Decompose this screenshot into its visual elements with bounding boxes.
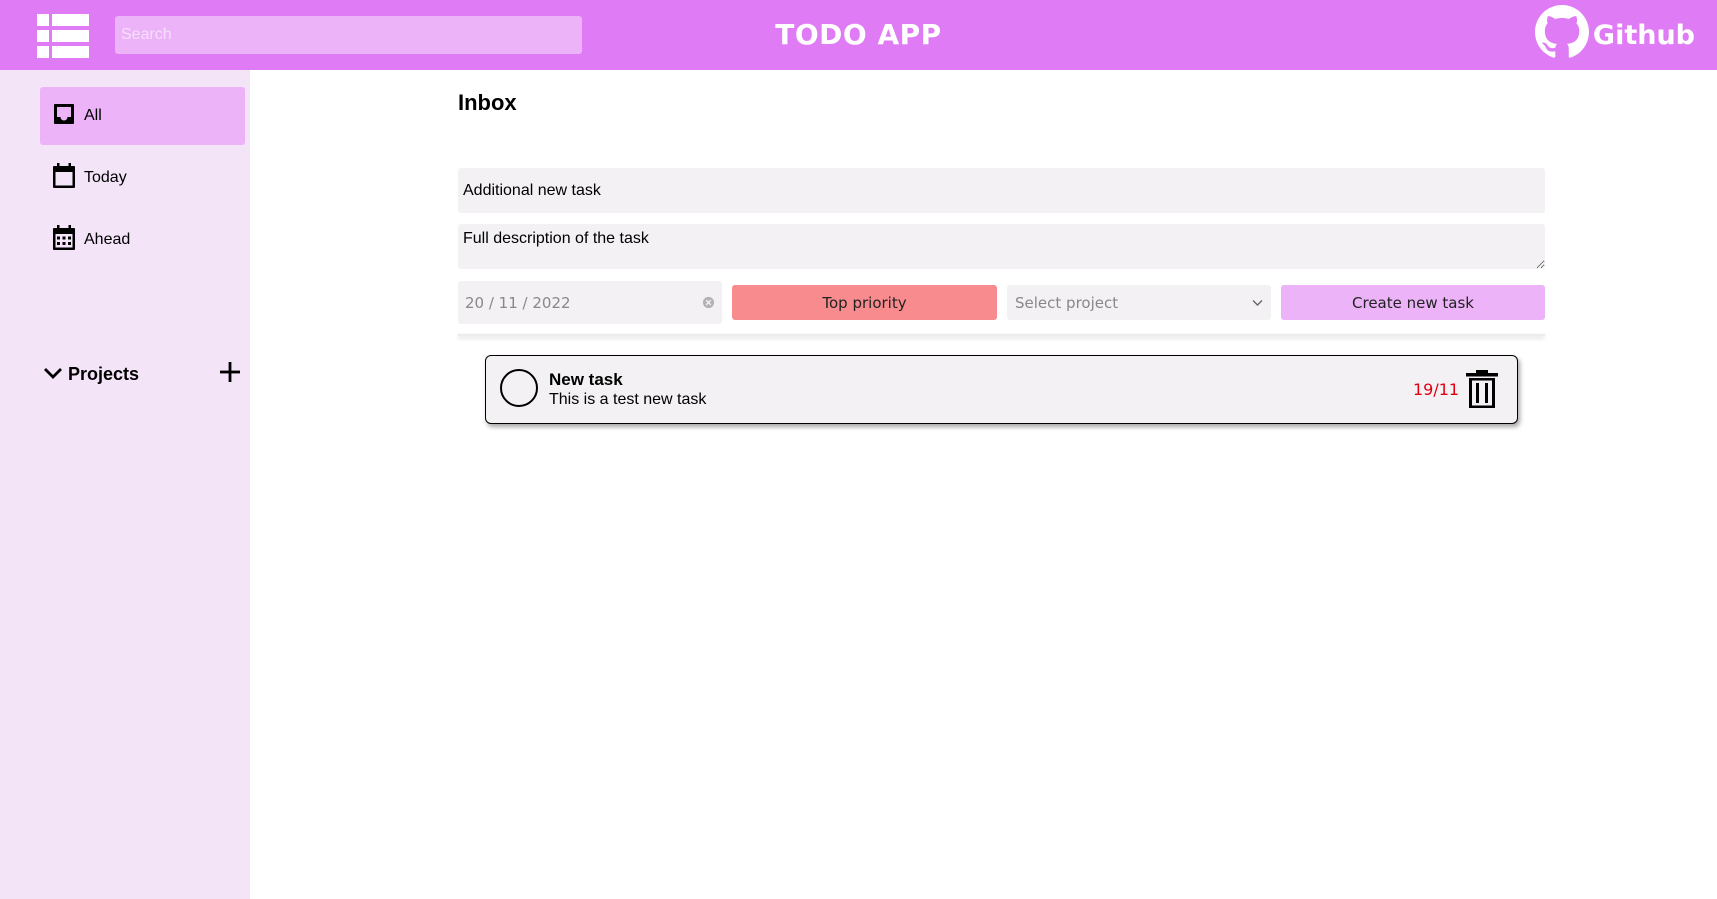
sidebar-item-label: Ahead bbox=[84, 231, 131, 248]
task-item[interactable]: New task This is a test new task 19/11 bbox=[485, 355, 1518, 424]
sidebar-item-all[interactable]: All bbox=[40, 87, 245, 145]
page-title: Inbox bbox=[458, 90, 517, 115]
sidebar: All Today Ahead Projects bbox=[0, 70, 250, 899]
github-label: Github bbox=[1592, 19, 1695, 51]
sidebar-item-today[interactable]: Today bbox=[40, 149, 245, 207]
top-bar: TODO APP Github bbox=[0, 0, 1717, 70]
sidebar-item-label: All bbox=[84, 107, 102, 124]
task-description-input[interactable]: Full description of the task bbox=[458, 224, 1545, 269]
task-title-input[interactable] bbox=[458, 168, 1545, 213]
search-input[interactable] bbox=[115, 16, 582, 54]
list-menu-icon[interactable] bbox=[37, 14, 89, 58]
task-name: New task bbox=[549, 370, 623, 389]
plus-icon bbox=[220, 361, 240, 387]
sidebar-item-ahead[interactable]: Ahead bbox=[40, 211, 245, 269]
inbox-icon bbox=[52, 102, 84, 131]
projects-toggle[interactable]: Projects bbox=[44, 360, 244, 388]
chevron-down-icon bbox=[1252, 299, 1263, 307]
divider bbox=[458, 334, 1545, 336]
clear-date-icon[interactable] bbox=[702, 296, 715, 309]
project-select[interactable]: Select project bbox=[1007, 285, 1271, 320]
calendar-icon bbox=[52, 162, 84, 194]
add-project-button[interactable] bbox=[218, 360, 242, 388]
project-select-value: Select project bbox=[1015, 293, 1119, 312]
projects-label: Projects bbox=[68, 363, 140, 384]
github-icon bbox=[1534, 4, 1589, 66]
due-date-input[interactable]: 20 / 11 / 2022 bbox=[458, 281, 722, 324]
task-complete-checkbox[interactable] bbox=[500, 369, 538, 407]
chevron-down-icon bbox=[44, 364, 68, 385]
github-link[interactable]: Github bbox=[1534, 4, 1695, 62]
sidebar-item-label: Today bbox=[84, 169, 127, 186]
trash-icon[interactable] bbox=[1466, 370, 1498, 408]
priority-button[interactable]: Top priority bbox=[732, 285, 997, 320]
create-task-button[interactable]: Create new task bbox=[1281, 285, 1545, 320]
task-due-date: 19/11 bbox=[1413, 380, 1460, 399]
calendar-grid-icon bbox=[52, 224, 84, 256]
task-description: This is a test new task bbox=[549, 391, 707, 408]
due-date-value: 20 / 11 / 2022 bbox=[465, 293, 571, 312]
